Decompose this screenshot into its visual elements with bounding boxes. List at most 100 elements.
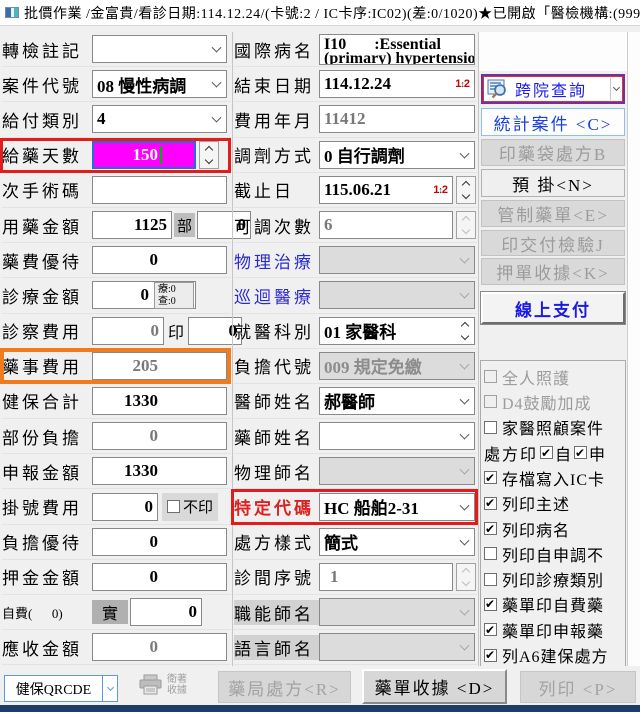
print-delivery-test-button: 印交付檢驗J xyxy=(481,230,625,256)
checkbox[interactable]: ✔ xyxy=(484,649,497,662)
drug-amount-input[interactable]: 1125 xyxy=(92,211,172,239)
checkbox[interactable]: ✔ xyxy=(484,623,497,636)
date-format-toggle-icon[interactable]: 1↕2 xyxy=(455,78,470,90)
clinic-serial-input[interactable]: 1 xyxy=(319,563,453,591)
print-tag: 印 xyxy=(168,319,184,343)
checkbox-drug-list-declared[interactable]: ✔藥單印申報藥 xyxy=(484,617,623,642)
checkbox-print-chief-complaint[interactable]: ✔列印主述 xyxy=(484,491,623,516)
visit-department-label: 就醫科別 xyxy=(234,318,319,343)
visit-department-spinner[interactable] xyxy=(457,319,473,343)
checkbox-print-a6-nhi-rx[interactable]: ✔列A6建保處方 xyxy=(484,642,623,667)
online-payment-button[interactable]: 線上支付 xyxy=(481,292,625,324)
declared-amount-input[interactable]: 1330 xyxy=(92,457,227,485)
row-icd-name: 國際病名 I10 :Essential(primary) hypertensio… xyxy=(234,32,477,67)
doctor-name-select[interactable]: 郝醫師 xyxy=(319,387,475,415)
special-code-select[interactable]: HC 船舶2-31 xyxy=(319,493,475,521)
no-print-checkbox[interactable] xyxy=(167,500,180,513)
row-declared-amount: 申報金額 1330 xyxy=(2,454,231,489)
pharmacy-fee-input[interactable]: 205 xyxy=(92,352,227,380)
pre-registration-button[interactable]: 預 掛<N> xyxy=(481,169,625,197)
chevron-down-icon xyxy=(460,395,470,405)
checkbox-print-treatment-type[interactable]: 列印診療類別 xyxy=(484,567,623,592)
copay-discount-input[interactable]: 0 xyxy=(92,528,227,556)
checkbox-drug-list-self-pay[interactable]: ✔藥單印自費藥 xyxy=(484,592,623,617)
receivable-input[interactable]: 0 xyxy=(92,633,227,661)
chevron-down-icon xyxy=(460,148,470,158)
checkbox[interactable] xyxy=(484,395,497,408)
payment-type-select[interactable]: 4 xyxy=(92,105,227,133)
self-pay-input[interactable]: 0 xyxy=(130,598,202,626)
sub-surgery-input[interactable] xyxy=(92,176,227,204)
drug-receipt-button[interactable]: 藥單收據 <D> xyxy=(362,669,507,704)
prescription-style-select[interactable]: 簡式 xyxy=(319,528,475,556)
row-registration-fee: 掛號費用 0 不印 xyxy=(2,489,231,524)
checkbox-whole-person-care[interactable]: 全人照護 xyxy=(484,364,623,389)
drug-discount-input[interactable]: 0 xyxy=(92,246,227,274)
pharmacist-name-select[interactable] xyxy=(319,422,475,450)
fee-year-month-input[interactable]: 11412 xyxy=(319,105,475,133)
checkbox-d4-bonus[interactable]: D4鼓勵加成 xyxy=(484,389,623,414)
drug-days-input[interactable]: 150 xyxy=(92,141,196,169)
checkbox-save-write-ic[interactable]: ✔存檔寫入IC卡 xyxy=(484,465,623,490)
nhi-total-input[interactable]: 1330 xyxy=(92,387,227,415)
checkbox[interactable]: ✔ xyxy=(484,598,497,611)
transfer-note-select[interactable] xyxy=(92,35,227,63)
chevron-down-icon xyxy=(460,289,470,299)
self-pay-label: 自費( 0) xyxy=(2,603,90,622)
nhi-qrcode-button[interactable]: 健保QRCDE xyxy=(4,675,118,702)
cross-hospital-query-button[interactable]: 跨院查詢 xyxy=(481,74,625,104)
statistics-case-button[interactable]: 統計案件 <C> xyxy=(481,108,625,136)
deadline-date-spinner[interactable] xyxy=(456,176,476,204)
chevron-up-icon[interactable] xyxy=(462,181,470,189)
chevron-down-icon[interactable] xyxy=(205,155,213,163)
chevron-down-icon[interactable] xyxy=(461,331,469,339)
treatment-amount-label: 診療金額 xyxy=(2,283,92,308)
copay-code-select: 009 規定免繳 xyxy=(319,352,475,380)
dispensing-method-select[interactable]: 0 自行調劑 xyxy=(319,141,475,169)
checkbox[interactable]: ✔ xyxy=(484,497,497,510)
checkbox[interactable] xyxy=(484,547,497,560)
end-date-input[interactable]: 114.12.24 1↕2 xyxy=(319,70,475,98)
query-dropdown-arrow[interactable] xyxy=(610,78,621,100)
adjustable-times-input[interactable]: 6 xyxy=(319,211,453,239)
visit-department-input[interactable]: 01 家醫科 xyxy=(319,317,475,345)
middle-column: 國際病名 I10 :Essential(primary) hypertensio… xyxy=(234,32,477,665)
deadline-date-input[interactable]: 115.06.21 1↕2 xyxy=(319,176,453,204)
row-pharmacy-fee: 藥事費用 205 xyxy=(2,349,231,384)
deposit-amount-input[interactable]: 0 xyxy=(92,563,227,591)
payment-type-label: 給付類別 xyxy=(2,107,92,132)
checkbox-print-self-declare[interactable]: 列印自申調不 xyxy=(484,541,623,566)
icd-name-input[interactable]: I10 :Essential(primary) hypertension xyxy=(319,34,475,65)
physical-therapy-label[interactable]: 物理治療 xyxy=(234,248,319,273)
case-code-select[interactable]: 08 慢性病調 xyxy=(92,70,227,98)
search-document-icon xyxy=(487,79,511,99)
date-format-toggle-icon[interactable]: 1↕2 xyxy=(433,184,448,196)
nhi-qrcode-label[interactable]: 健保QRCDE xyxy=(4,675,103,702)
controlled-drug-button: 管制藥單<E> xyxy=(481,200,625,227)
checkbox[interactable]: ✔ xyxy=(484,522,497,535)
checkbox-family-doctor-case[interactable]: 家醫照顧案件 xyxy=(484,415,623,440)
copayment-input[interactable]: 0 xyxy=(92,422,227,450)
row-payment-type: 給付類別 4 xyxy=(2,102,231,137)
registration-fee-input[interactable]: 0 xyxy=(92,493,158,521)
right-strip xyxy=(627,32,640,666)
chevron-down-icon xyxy=(460,430,470,440)
checkbox[interactable] xyxy=(484,573,497,586)
drug-days-spinner[interactable] xyxy=(199,141,219,169)
mobile-medical-label[interactable]: 巡迴醫療 xyxy=(234,283,319,308)
qrcode-dropdown-arrow[interactable] xyxy=(103,675,118,702)
row-visit-department: 就醫科別 01 家醫科 xyxy=(234,314,477,349)
pharmacy-rx-button: 藥局處方<R> xyxy=(218,671,351,703)
exam-fee-input[interactable]: 0 xyxy=(92,317,164,345)
doctor-name-label: 醫師姓名 xyxy=(234,388,319,413)
chevron-up-icon[interactable] xyxy=(461,321,469,329)
chevron-down-icon[interactable] xyxy=(462,191,470,199)
rx-print-declare-checkbox[interactable]: ✔ xyxy=(574,446,587,459)
rx-print-self-checkbox[interactable]: ✔ xyxy=(540,446,553,459)
chevron-up-icon[interactable] xyxy=(205,145,213,153)
column-divider xyxy=(478,32,479,666)
checkbox[interactable] xyxy=(484,421,497,434)
checkbox-print-diagnosis[interactable]: ✔列印病名 xyxy=(484,516,623,541)
checkbox[interactable]: ✔ xyxy=(484,471,497,484)
checkbox[interactable] xyxy=(484,370,497,383)
